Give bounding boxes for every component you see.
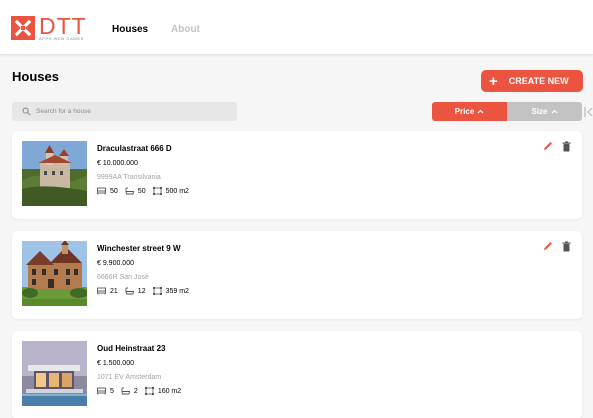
- create-new-button[interactable]: + CREATE NEW: [481, 70, 583, 92]
- house-size: 160 m2: [157, 387, 182, 395]
- house-price: € 1.500.000: [97, 360, 134, 367]
- bed-icon: [97, 287, 106, 295]
- house-price: € 10.000.000: [97, 160, 138, 167]
- bath-icon: [125, 187, 134, 195]
- bath-icon: [125, 287, 134, 295]
- resize-handle-icon[interactable]: [584, 106, 593, 118]
- sort-price-button[interactable]: Price: [432, 102, 507, 121]
- edit-icon[interactable]: [542, 141, 553, 152]
- chevron-up-icon: [477, 109, 484, 114]
- trash-icon[interactable]: [561, 141, 572, 152]
- brand-tagline: APPS WEB GAMES: [39, 36, 84, 41]
- house-card[interactable]: Oud Heinstraat 23 € 1.500.000 1071 EV Am…: [12, 331, 582, 418]
- search-bar[interactable]: [12, 102, 237, 121]
- area-icon: [152, 187, 162, 195]
- brand-logo[interactable]: DTT APPS WEB GAMES: [11, 13, 87, 42]
- search-input[interactable]: [36, 108, 226, 115]
- house-image[interactable]: [22, 341, 87, 406]
- trash-icon[interactable]: [561, 241, 572, 252]
- house-size: 500 m2: [165, 187, 189, 195]
- nav-item-about[interactable]: About: [171, 24, 200, 35]
- area-icon: [152, 287, 162, 295]
- cross-logo-icon: [11, 16, 35, 40]
- bath-icon: [121, 387, 130, 395]
- bathroom-count: 12: [137, 287, 146, 295]
- house-price: € 9.900.000: [97, 260, 134, 267]
- plus-icon: +: [489, 72, 498, 90]
- nav-item-houses[interactable]: Houses: [112, 24, 148, 35]
- page-title: Houses: [12, 69, 59, 84]
- sort-price-label: Price: [454, 107, 475, 116]
- house-address: 9999AA Transilvania: [97, 174, 161, 181]
- sort-size-button[interactable]: Size: [507, 102, 582, 121]
- bedroom-count: 5: [110, 387, 114, 395]
- house-card[interactable]: Winchester street 9 W € 9.900.000 6666R …: [12, 231, 582, 319]
- area-icon: [144, 387, 154, 395]
- house-title: Winchester street 9 W: [97, 244, 181, 253]
- house-card[interactable]: Draculastraat 666 D € 10.000.000 9999AA …: [12, 131, 582, 219]
- bedroom-count: 21: [110, 287, 118, 295]
- chevron-up-icon: [551, 109, 557, 114]
- house-address: 6666R San José: [97, 274, 149, 281]
- house-size: 359 m2: [165, 287, 189, 295]
- bathroom-count: 2: [133, 387, 138, 395]
- bedroom-count: 50: [110, 187, 118, 195]
- house-image[interactable]: [22, 241, 87, 306]
- bed-icon: [97, 187, 106, 195]
- house-address: 1071 EV Amsterdam: [97, 374, 162, 381]
- house-image[interactable]: [22, 141, 87, 206]
- house-title: Oud Heinstraat 23: [97, 344, 166, 353]
- edit-icon[interactable]: [542, 241, 553, 252]
- create-new-label: CREATE NEW: [508, 76, 569, 86]
- house-title: Draculastraat 666 D: [97, 144, 172, 153]
- top-navigation-bar: DTT APPS WEB GAMES Houses About: [0, 0, 593, 55]
- bed-icon: [97, 387, 106, 395]
- brand-name: DTT: [39, 13, 87, 39]
- sort-size-label: Size: [531, 107, 548, 116]
- bathroom-count: 50: [137, 187, 146, 195]
- search-icon: [22, 107, 31, 116]
